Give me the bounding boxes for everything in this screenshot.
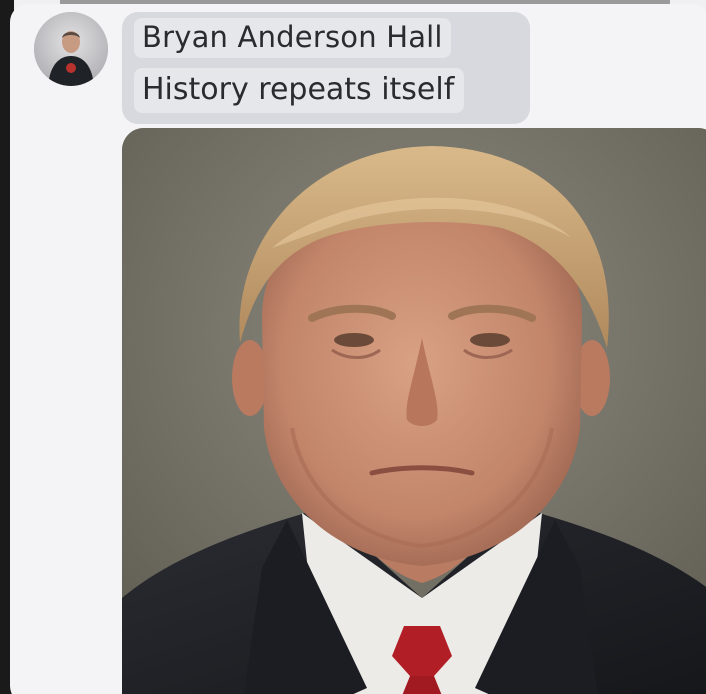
profile-photo-icon	[34, 12, 108, 86]
message-card: Bryan Anderson Hall History repeats itse…	[10, 4, 706, 694]
message-text: History repeats itself	[134, 68, 465, 113]
message-bubble[interactable]: Bryan Anderson Hall History repeats itse…	[122, 12, 530, 124]
attached-photo[interactable]	[122, 128, 706, 694]
author-avatar[interactable]	[34, 12, 108, 86]
author-name[interactable]: Bryan Anderson Hall	[134, 18, 451, 58]
portrait-photo-icon	[122, 128, 706, 694]
screenshot-frame: Bryan Anderson Hall History repeats itse…	[0, 0, 706, 694]
